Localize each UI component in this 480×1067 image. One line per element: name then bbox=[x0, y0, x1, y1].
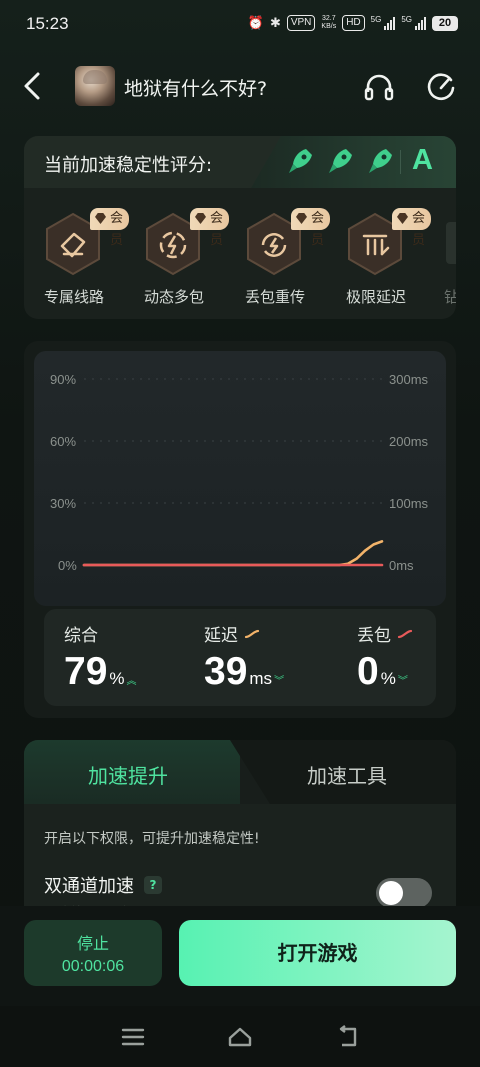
feature-label: 动态多包 bbox=[143, 288, 204, 306]
back-icon[interactable] bbox=[334, 1024, 360, 1050]
bluetooth-icon: ✱ bbox=[269, 15, 281, 30]
feature-more-label: 钻 bbox=[444, 288, 456, 306]
stat-number: 39 bbox=[204, 650, 248, 693]
y-left-tick: 30% bbox=[50, 496, 76, 511]
stability-label: 当前加速稳定性评分: bbox=[44, 155, 213, 176]
session-timer: 00:00:06 bbox=[61, 958, 125, 975]
alarm-icon: ⏰ bbox=[247, 15, 264, 30]
stat-unit: ms bbox=[249, 669, 273, 688]
vip-badge: 会员 bbox=[190, 208, 230, 248]
home-icon[interactable] bbox=[227, 1024, 253, 1050]
y-right-tick: 100ms bbox=[389, 496, 429, 511]
vip-feature-list[interactable]: 会员 专属线路 会员 动态多包 会员 丢包重传 会员 极限延迟 钻 bbox=[24, 206, 456, 316]
help-icon[interactable]: ? bbox=[144, 876, 162, 894]
latency-chart-svg: 90% 60% 30% 0% 300ms 200ms 100ms 0ms bbox=[50, 372, 429, 573]
action-bar: 停止 00:00:06 打开游戏 bbox=[0, 906, 480, 1006]
status-bar: 15:23 ⏰ ✱ VPN 32.7 KB/s HD 5G 5G 20 bbox=[0, 0, 480, 52]
feature-label: 专属线路 bbox=[43, 288, 104, 306]
status-time: 15:23 bbox=[26, 14, 69, 33]
y-right-tick: 0ms bbox=[389, 558, 414, 573]
feature-label: 极限延迟 bbox=[345, 288, 406, 306]
stat-value: 0 % ︾ bbox=[357, 650, 413, 694]
back-button[interactable] bbox=[18, 68, 48, 104]
trend-down-icon: ︾ bbox=[397, 676, 408, 687]
stop-label: 停止 bbox=[76, 934, 109, 953]
stat-latency: 延迟 39 ms ︾ bbox=[204, 621, 284, 694]
y-left-tick: 0% bbox=[58, 558, 77, 573]
dual-channel-toggle[interactable] bbox=[376, 878, 432, 908]
stop-button[interactable]: 停止 00:00:06 bbox=[24, 920, 162, 986]
rocket-icon bbox=[369, 149, 392, 173]
feature-dynamic-multipacket[interactable]: 会员 动态多包 bbox=[124, 206, 230, 316]
y-right-tick: 200ms bbox=[389, 434, 429, 449]
trend-up-icon: ︽ bbox=[126, 676, 137, 687]
stat-unit: % bbox=[380, 669, 396, 688]
feature-dedicated-line[interactable]: 会员 专属线路 bbox=[24, 206, 130, 316]
feature-label: 丢包重传 bbox=[244, 288, 305, 306]
rocket-icon bbox=[289, 149, 312, 173]
headset-icon bbox=[364, 74, 394, 101]
chart-card: 90% 60% 30% 0% 300ms 200ms 100ms 0ms 综合 … bbox=[24, 341, 456, 718]
boost-hint: 开启以下权限，可提升加速稳定性! bbox=[44, 831, 260, 847]
stat-loss: 丢包 0 % ︾ bbox=[357, 621, 413, 694]
stat-label: 延迟 bbox=[204, 626, 238, 646]
open-game-button[interactable]: 打开游戏 bbox=[179, 920, 456, 986]
rocket-rating bbox=[286, 146, 394, 176]
page-title: 地狱有什么不好? bbox=[124, 78, 268, 100]
header: 地狱有什么不好? bbox=[0, 60, 480, 112]
tab-boost[interactable]: 加速提升 bbox=[88, 760, 168, 789]
menu-icon[interactable] bbox=[120, 1024, 146, 1050]
sim2-label: 5G bbox=[401, 15, 412, 24]
y-left-tick: 90% bbox=[50, 372, 76, 387]
sim1-label: 5G bbox=[370, 15, 382, 24]
signal-icon bbox=[384, 16, 396, 30]
stat-value: 39 ms ︾ bbox=[204, 650, 284, 694]
stat-label: 综合 bbox=[64, 626, 98, 646]
stats-panel: 综合 79 % ︽ 延迟 39 ms ︾ 丢包 0 % ︾ bbox=[44, 609, 436, 706]
stat-overall: 综合 79 % ︽ bbox=[64, 621, 137, 694]
latency-series-line bbox=[82, 540, 384, 567]
dual-channel-label: 双通道加速 bbox=[44, 876, 134, 897]
vip-badge: 会员 bbox=[392, 208, 432, 248]
game-avatar bbox=[75, 66, 115, 106]
stat-label-row: 延迟 bbox=[204, 621, 284, 646]
support-button[interactable] bbox=[362, 70, 396, 104]
stat-number: 0 bbox=[357, 650, 379, 693]
vip-badge: 会员 bbox=[291, 208, 331, 248]
stat-label: 丢包 bbox=[357, 626, 391, 646]
feature-more-edge bbox=[446, 222, 456, 264]
vpn-badge: VPN bbox=[286, 15, 316, 31]
status-indicators: ⏰ ✱ VPN 32.7 KB/s HD 5G 5G 20 bbox=[248, 15, 458, 31]
signal-icon bbox=[415, 16, 426, 30]
latency-legend-icon bbox=[244, 629, 260, 638]
tab-tools[interactable]: 加速工具 bbox=[307, 760, 387, 789]
stat-number: 79 bbox=[64, 650, 108, 693]
stability-grade: A bbox=[412, 144, 433, 176]
y-right-tick: 300ms bbox=[389, 372, 429, 387]
speedometer-icon bbox=[427, 73, 455, 101]
stat-unit: % bbox=[109, 669, 125, 688]
battery-icon: 20 bbox=[432, 15, 458, 31]
trend-down-icon: ︾ bbox=[274, 676, 285, 687]
loss-legend-icon bbox=[397, 629, 413, 638]
speed-test-button[interactable] bbox=[424, 70, 458, 104]
feature-extreme-latency[interactable]: 会员 极限延迟 bbox=[326, 206, 432, 316]
grade-divider bbox=[400, 150, 401, 174]
feature-packet-retransmit[interactable]: 会员 丢包重传 bbox=[225, 206, 331, 316]
chevron-left-icon bbox=[24, 72, 40, 100]
stat-label-row: 丢包 bbox=[357, 621, 413, 646]
stat-value: 79 % ︽ bbox=[64, 650, 137, 694]
net-speed: 32.7 KB/s bbox=[321, 15, 337, 30]
y-left-tick: 60% bbox=[50, 434, 76, 449]
rocket-icon bbox=[329, 149, 352, 173]
dual-channel-row: 双通道加速 ? bbox=[44, 872, 162, 898]
stability-card: 当前加速稳定性评分: A 会员 专属线路 会员 动态多包 会员 丢包重传 会员 … bbox=[24, 136, 456, 319]
latency-chart: 90% 60% 30% 0% 300ms 200ms 100ms 0ms bbox=[34, 351, 446, 606]
system-nav-bar bbox=[0, 1006, 480, 1067]
hd-badge: HD bbox=[342, 15, 365, 31]
